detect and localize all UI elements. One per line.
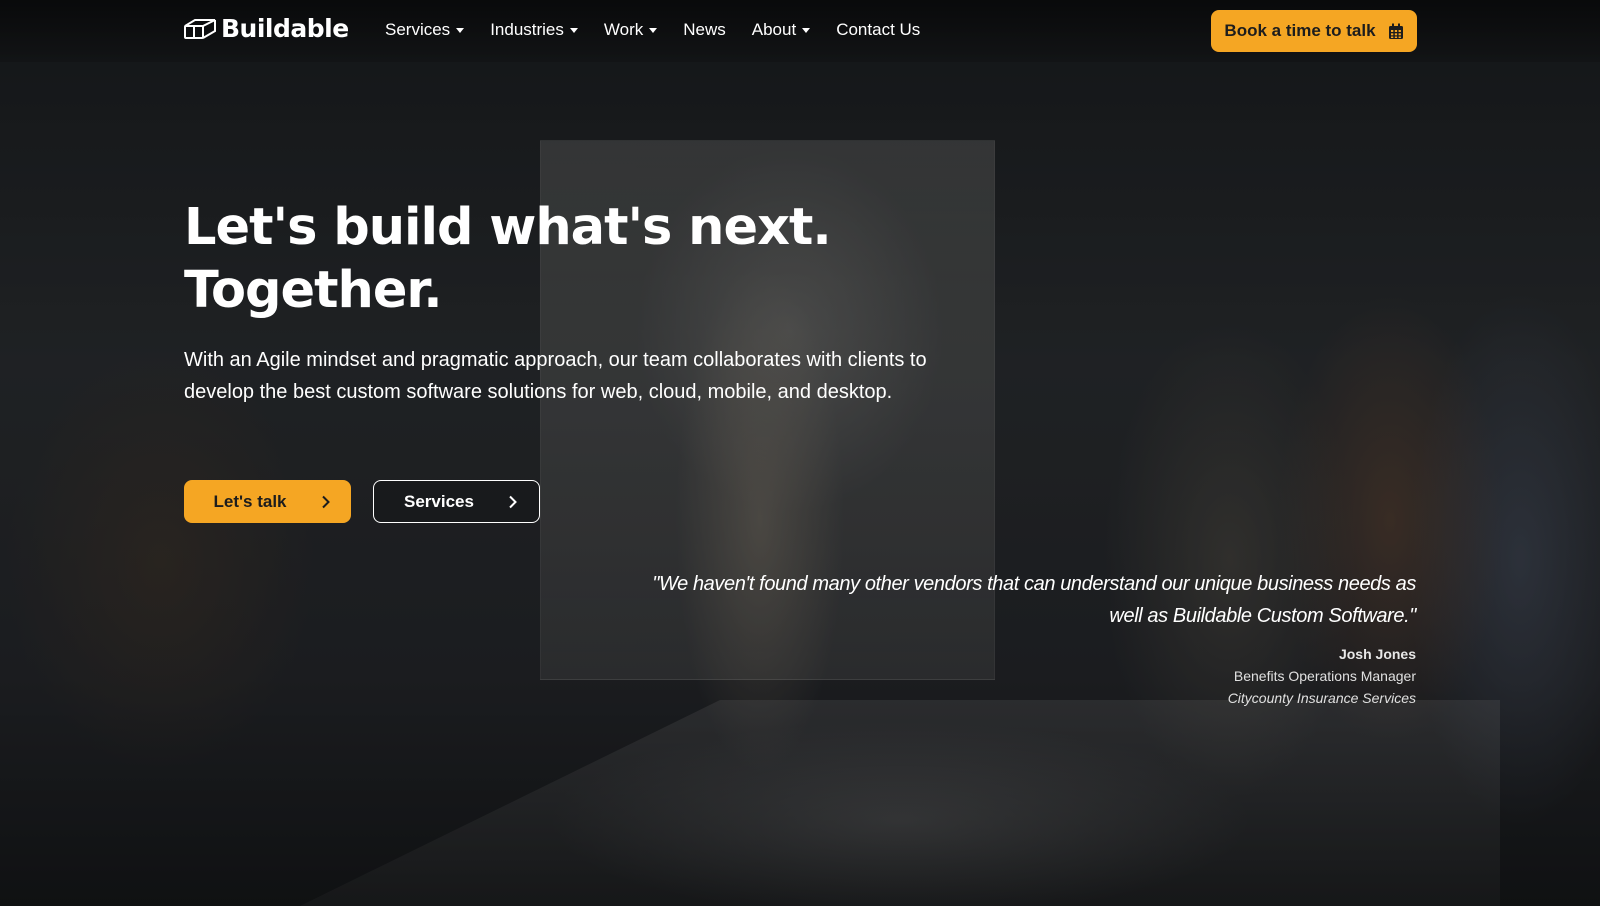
nav-label: Services: [385, 20, 451, 39]
logo-link[interactable]: Buildable: [183, 14, 349, 43]
testimonial-quote: "We haven't found many other vendors tha…: [652, 573, 1416, 627]
logo-icon: [184, 18, 216, 39]
testimonial: "We haven't found many other vendors tha…: [636, 568, 1416, 706]
nav-label: Contact Us: [836, 20, 921, 39]
headline-line-2: Together.: [184, 261, 443, 320]
chevron-right-icon: [509, 495, 517, 508]
chevron-right-icon: [321, 495, 330, 508]
logo-text: Buildable: [221, 14, 349, 43]
hero-headline: Let's build what's next. Together.: [184, 196, 832, 322]
lets-talk-label: Let's talk: [213, 491, 287, 511]
nav-label: News: [683, 20, 726, 39]
lets-talk-button[interactable]: Let's talk: [184, 480, 351, 523]
nav-item-contact-us[interactable]: Contact Us: [836, 20, 920, 40]
nav-item-work[interactable]: Work: [603, 20, 658, 40]
nav-item-news[interactable]: News: [683, 20, 726, 40]
nav-item-about[interactable]: About: [751, 20, 811, 40]
nav-item-services[interactable]: Services: [385, 20, 465, 40]
testimonial-author: Josh Jones: [1338, 646, 1416, 662]
book-a-time-label: Book a time to talk: [1224, 21, 1376, 40]
testimonial-company: Citycounty Insurance Services: [1227, 690, 1416, 706]
services-label: Services: [404, 491, 474, 511]
headline-line-1: Let's build what's next.: [184, 198, 832, 257]
navbar: Buildable Services Industries Work News …: [0, 0, 1600, 62]
main-nav: Services Industries Work News About Cont…: [385, 20, 920, 40]
calendar-icon: [1388, 23, 1403, 39]
hero-cta-row: Let's talk Services: [184, 480, 540, 523]
hero-overlay: [0, 0, 1600, 906]
caret-down-icon: [456, 27, 465, 33]
caret-down-icon: [649, 27, 658, 33]
caret-down-icon: [569, 27, 578, 33]
hero-subtitle: With an Agile mindset and pragmatic appr…: [184, 349, 927, 403]
testimonial-role: Benefits Operations Manager: [1233, 668, 1416, 684]
nav-label: Industries: [490, 20, 564, 39]
nav-label: About: [751, 20, 797, 39]
nav-item-industries[interactable]: Industries: [490, 20, 578, 40]
caret-down-icon: [802, 27, 811, 33]
services-button[interactable]: Services: [373, 480, 540, 523]
book-a-time-button[interactable]: Book a time to talk: [1211, 10, 1417, 52]
nav-label: Work: [603, 20, 644, 39]
